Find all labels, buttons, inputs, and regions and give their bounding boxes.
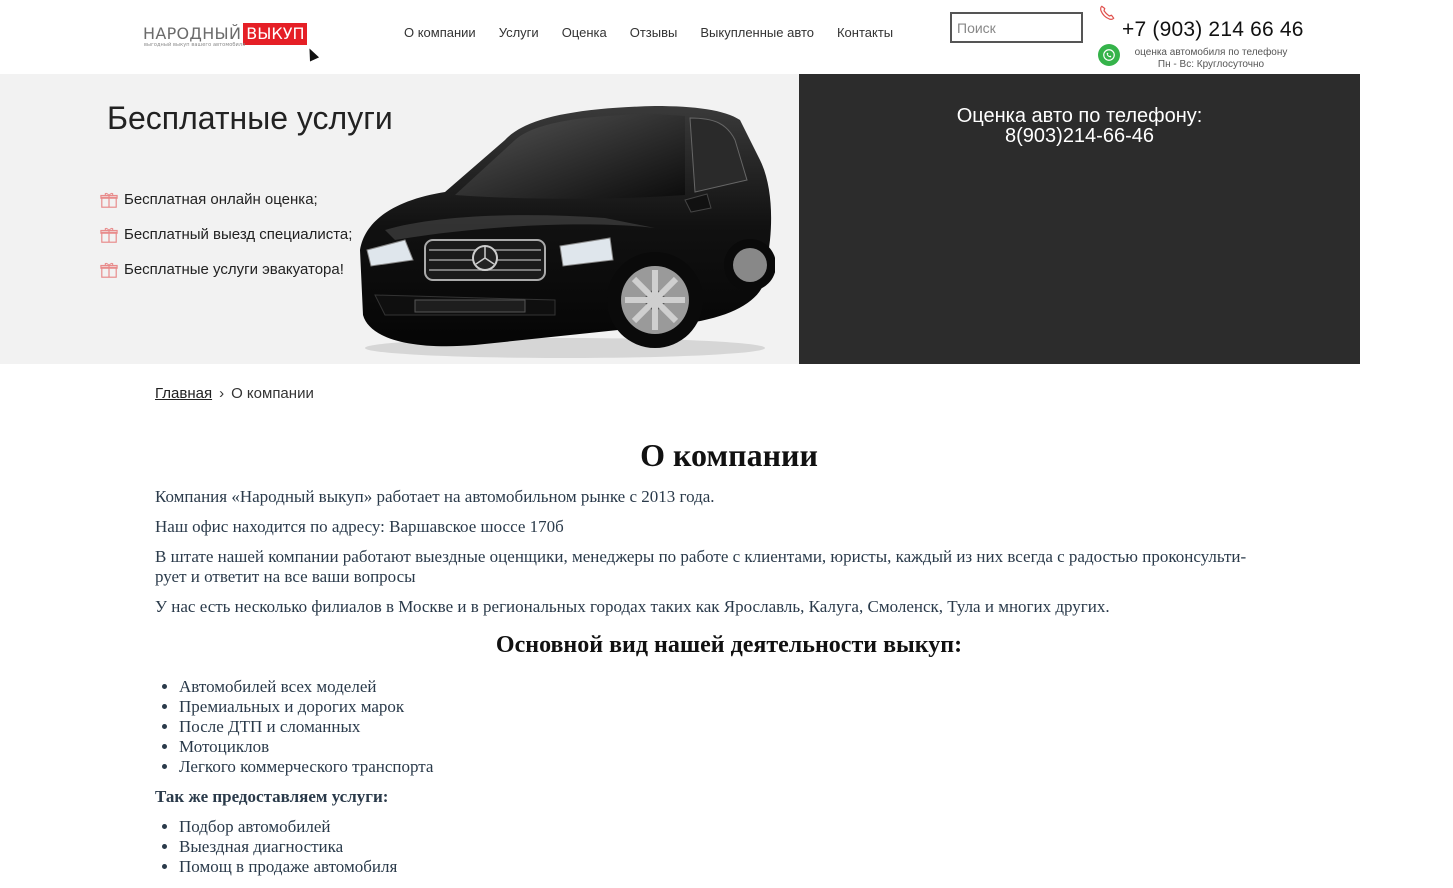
search-box — [950, 12, 1083, 43]
list-item: Подбор автомобилей — [179, 817, 397, 837]
branches-paragraph: У нас есть несколько филиалов в Москве и… — [155, 597, 1110, 616]
black-sedan-image — [360, 106, 775, 358]
site-header: НАРОДНЫЙ ВЫКУП выгодный выкуп вашего авт… — [0, 0, 1453, 74]
staff-paragraph-line2: рует и ответит на все ваши вопросы — [155, 567, 416, 586]
list-item: Мотоциклов — [179, 737, 433, 757]
hero-title: Бесплатные услуги — [107, 100, 393, 136]
free-service-item: Бесплатная онлайн оценка; — [100, 182, 352, 217]
mouse-cursor-icon — [304, 46, 320, 62]
hero-phone-text: Оценка авто по телефону: 8(903)214-66-46 — [799, 106, 1360, 146]
free-service-item: Бесплатный выезд специалиста; — [100, 217, 352, 252]
list-item: Премиальных и дорогих марок — [179, 697, 433, 717]
staff-paragraph-line1: В штате нашей компании работают выездные… — [155, 547, 1247, 566]
main-nav: О компании Услуги Оценка Отзывы Выкуплен… — [404, 25, 916, 40]
hero-phone-number[interactable]: 8(903)214-66-46 — [799, 126, 1360, 146]
whatsapp-glyph-icon — [1103, 49, 1115, 61]
about-paragraph: Компания «Народный выкуп» работает на ав… — [155, 487, 715, 506]
buyout-types-list: Автомобилей всех моделей Премиальных и д… — [155, 677, 433, 777]
nav-valuation[interactable]: Оценка — [562, 25, 607, 40]
site-logo[interactable]: НАРОДНЫЙ ВЫКУП выгодный выкуп вашего авт… — [143, 23, 311, 49]
working-hours: Пн - Вс: Круглосуточно — [1157, 59, 1265, 70]
nav-reviews[interactable]: Отзывы — [630, 25, 678, 40]
extra-services-list: Подбор автомобилей Выездная диагностика … — [155, 817, 397, 877]
breadcrumb-current: О компании — [231, 385, 314, 402]
phone-caption: оценка автомобиля по телефону — [1134, 47, 1288, 58]
breadcrumb-home-link[interactable]: Главная — [155, 385, 212, 402]
logo-tagline: выгодный выкуп вашего автомобиля — [144, 42, 246, 48]
free-services-list: Бесплатная онлайн оценка; Бесплатный вые… — [100, 182, 352, 287]
gift-icon — [100, 227, 118, 243]
list-item: Автомобилей всех моделей — [179, 677, 433, 697]
address-paragraph: Наш офис находится по адресу: Варшавское… — [155, 517, 564, 536]
whatsapp-icon[interactable] — [1098, 44, 1120, 66]
logo-text-accent: ВЫКУП — [243, 23, 308, 45]
phone-icon — [1100, 5, 1115, 20]
hero-phone-caption: Оценка авто по телефону: — [956, 105, 1203, 127]
breadcrumb: Главная › О компании — [155, 385, 314, 402]
list-item: После ДТП и сломанных — [179, 717, 433, 737]
free-service-text: Бесплатный выезд специалиста; — [124, 226, 353, 243]
free-service-text: Бесплатная онлайн оценка; — [124, 191, 318, 208]
list-item: Выездная диагностика — [179, 837, 397, 857]
header-phone-number[interactable]: +7 (903) 214 66 46 — [1122, 18, 1304, 42]
free-service-item: Бесплатные услуги эвакуатора! — [100, 252, 352, 287]
activity-subtitle: Основной вид нашей деятельности выкуп: — [495, 632, 963, 658]
gift-icon — [100, 262, 118, 278]
nav-services[interactable]: Услуги — [499, 25, 539, 40]
staff-paragraph: В штате нашей компании работают выездные… — [155, 547, 1295, 587]
gift-icon — [100, 192, 118, 208]
nav-bought-cars[interactable]: Выкупленные авто — [700, 25, 814, 40]
nav-contacts[interactable]: Контакты — [837, 25, 893, 40]
page-title: О компании — [640, 437, 818, 473]
breadcrumb-separator: › — [219, 385, 225, 402]
list-item: Легкого коммерческого транспорта — [179, 757, 433, 777]
free-service-text: Бесплатные услуги эвакуатора! — [124, 261, 344, 278]
search-input[interactable] — [952, 14, 1077, 41]
list-item: Помощ в продаже автомобиля — [179, 857, 397, 877]
extra-services-heading: Так же предоставляем услуги: — [155, 787, 389, 806]
nav-about[interactable]: О компании — [404, 25, 476, 40]
